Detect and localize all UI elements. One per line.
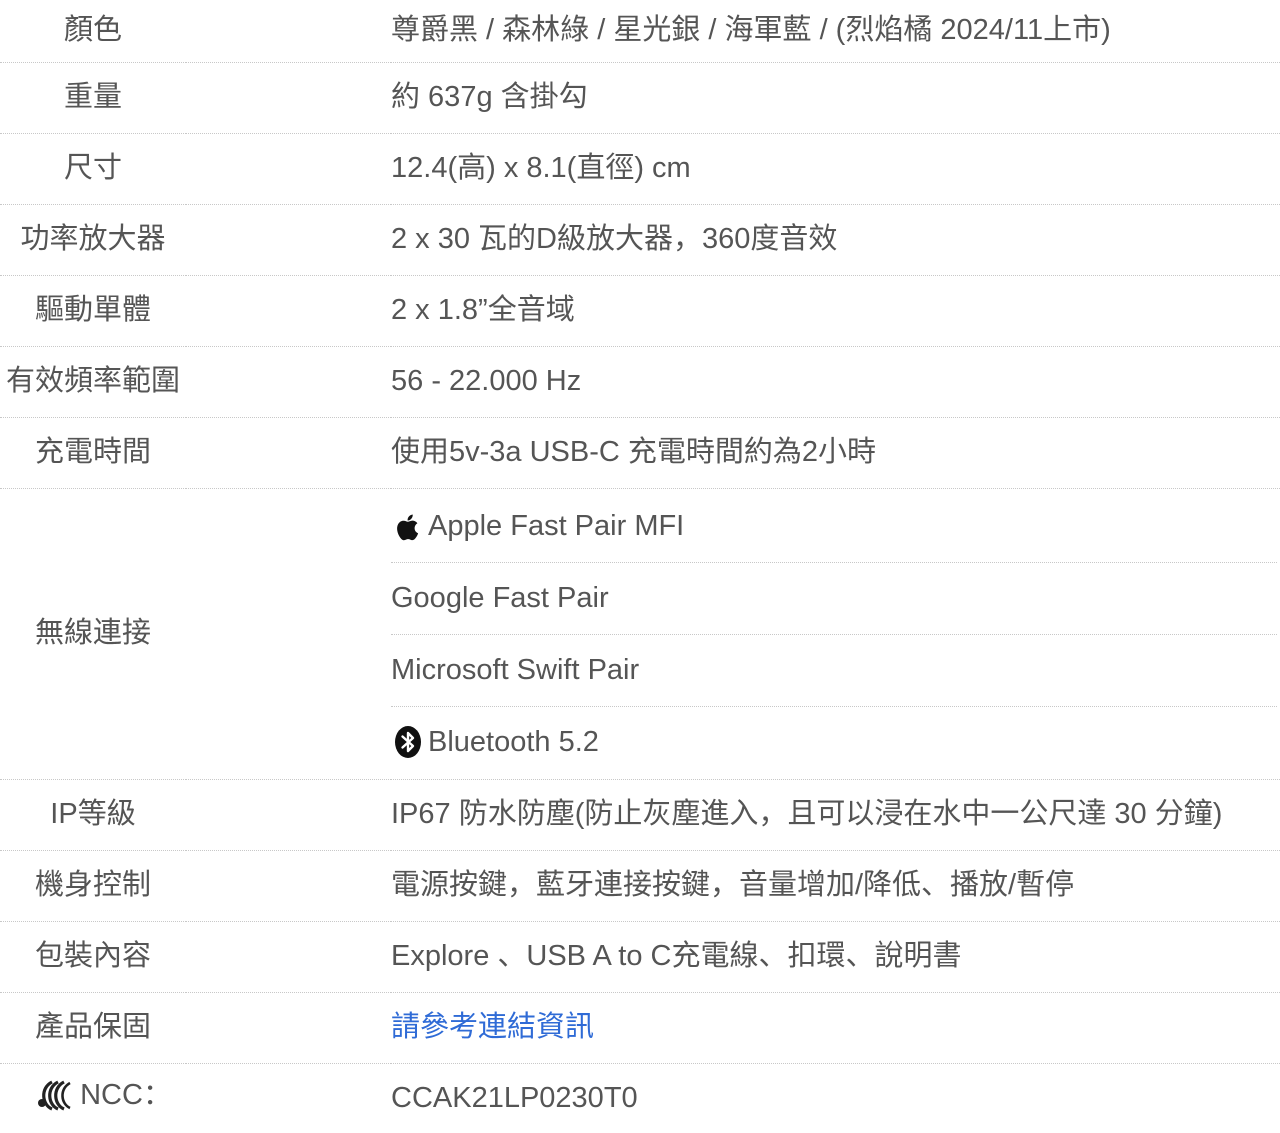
- spec-value: 2 x 30 瓦的D級放大器，360度音效: [391, 204, 1280, 276]
- spec-value: 使用5v-3a USB-C 充電時間約為2小時: [391, 417, 1280, 489]
- apple-icon: [391, 510, 425, 544]
- spec-label: 產品保固: [0, 992, 186, 1064]
- spec-label: IP等級: [0, 779, 186, 851]
- wireless-item-text: Bluetooth 5.2: [428, 725, 599, 758]
- spec-gap: [186, 62, 391, 134]
- spec-label: 功率放大器: [0, 204, 186, 276]
- spec-row-wireless: 無線連接 Apple Fast Pair MFI Google Fast Pai…: [0, 488, 1280, 780]
- bluetooth-icon: [391, 725, 425, 759]
- wireless-item-text: Microsoft Swift Pair: [391, 653, 640, 686]
- spec-gap: [186, 275, 391, 347]
- spec-gap: [186, 0, 391, 63]
- spec-row-package: 包裝內容 Explore 、USB A to C充電線、扣環、說明書: [0, 921, 1280, 993]
- spec-value: Apple Fast Pair MFI Google Fast Pair Mic…: [391, 488, 1280, 780]
- spec-row-ip: IP等級 IP67 防水防塵(防止灰塵進入，且可以浸在水中一公尺達 30 分鐘): [0, 779, 1280, 851]
- spec-gap: [186, 992, 391, 1064]
- spec-gap: [186, 779, 391, 851]
- spec-value: 電源按鍵，藍牙連接按鍵，音量增加/降低、播放/暫停: [391, 850, 1280, 922]
- spec-value: 2 x 1.8”全音域: [391, 275, 1280, 347]
- spec-value: 約 637g 含掛勾: [391, 62, 1280, 134]
- spec-row-warranty: 產品保固 請參考連結資訊: [0, 992, 1280, 1064]
- spec-label: 顏色: [0, 0, 186, 63]
- spec-row-color: 顏色 尊爵黑 / 森林綠 / 星光銀 / 海軍藍 / (烈焰橘 2024/11上…: [0, 0, 1280, 63]
- ncc-icon: [34, 1078, 76, 1112]
- ncc-label: NCC：: [14, 1078, 172, 1112]
- warranty-link[interactable]: 請參考連結資訊: [391, 1011, 594, 1043]
- spec-label: 尺寸: [0, 133, 186, 205]
- spec-gap: [186, 417, 391, 489]
- spec-gap: [186, 850, 391, 922]
- wireless-list: Apple Fast Pair MFI Google Fast Pair Mic…: [391, 490, 1277, 778]
- spec-value: IP67 防水防塵(防止灰塵進入，且可以浸在水中一公尺達 30 分鐘): [391, 779, 1280, 851]
- spec-label: 機身控制: [0, 850, 186, 922]
- spec-value: 56 - 22.000 Hz: [391, 346, 1280, 418]
- wireless-item-text: Apple Fast Pair MFI: [428, 510, 685, 542]
- wireless-item-text: Google Fast Pair: [391, 581, 609, 614]
- spec-value: Explore 、USB A to C充電線、扣環、說明書: [391, 921, 1280, 993]
- spec-label: 無線連接: [0, 488, 186, 780]
- list-item: Apple Fast Pair MFI: [391, 490, 1277, 563]
- spec-value: 尊爵黑 / 森林綠 / 星光銀 / 海軍藍 / (烈焰橘 2024/11上市): [391, 0, 1280, 63]
- spec-value: 12.4(高) x 8.1(直徑) cm: [391, 133, 1280, 205]
- spec-label: 包裝內容: [0, 921, 186, 993]
- spec-row-controls: 機身控制 電源按鍵，藍牙連接按鍵，音量增加/降低、播放/暫停: [0, 850, 1280, 922]
- spec-row-driver: 驅動單體 2 x 1.8”全音域: [0, 275, 1280, 347]
- spec-row-weight: 重量 約 637g 含掛勾: [0, 62, 1280, 134]
- spec-label: 重量: [0, 62, 186, 134]
- spec-gap: [186, 204, 391, 276]
- list-item: Bluetooth 5.2: [391, 707, 1277, 778]
- spec-gap: [186, 921, 391, 993]
- list-item: Google Fast Pair: [391, 563, 1277, 635]
- spec-gap: [186, 133, 391, 205]
- spec-row-amplifier: 功率放大器 2 x 30 瓦的D級放大器，360度音效: [0, 204, 1280, 276]
- ncc-label-text: NCC：: [80, 1078, 172, 1111]
- spec-row-charging: 充電時間 使用5v-3a USB-C 充電時間約為2小時: [0, 417, 1280, 489]
- spec-table: 顏色 尊爵黑 / 森林綠 / 星光銀 / 海軍藍 / (烈焰橘 2024/11上…: [0, 0, 1280, 1133]
- spec-value: 請參考連結資訊: [391, 992, 1280, 1064]
- spec-row-frequency: 有效頻率範圍 56 - 22.000 Hz: [0, 346, 1280, 418]
- spec-row-size: 尺寸 12.4(高) x 8.1(直徑) cm: [0, 133, 1280, 205]
- spec-label: 充電時間: [0, 417, 186, 489]
- spec-label: 有效頻率範圍: [0, 346, 186, 418]
- spec-gap: [186, 346, 391, 418]
- list-item: Microsoft Swift Pair: [391, 635, 1277, 707]
- spec-label: 驅動單體: [0, 275, 186, 347]
- spec-gap: [186, 488, 391, 780]
